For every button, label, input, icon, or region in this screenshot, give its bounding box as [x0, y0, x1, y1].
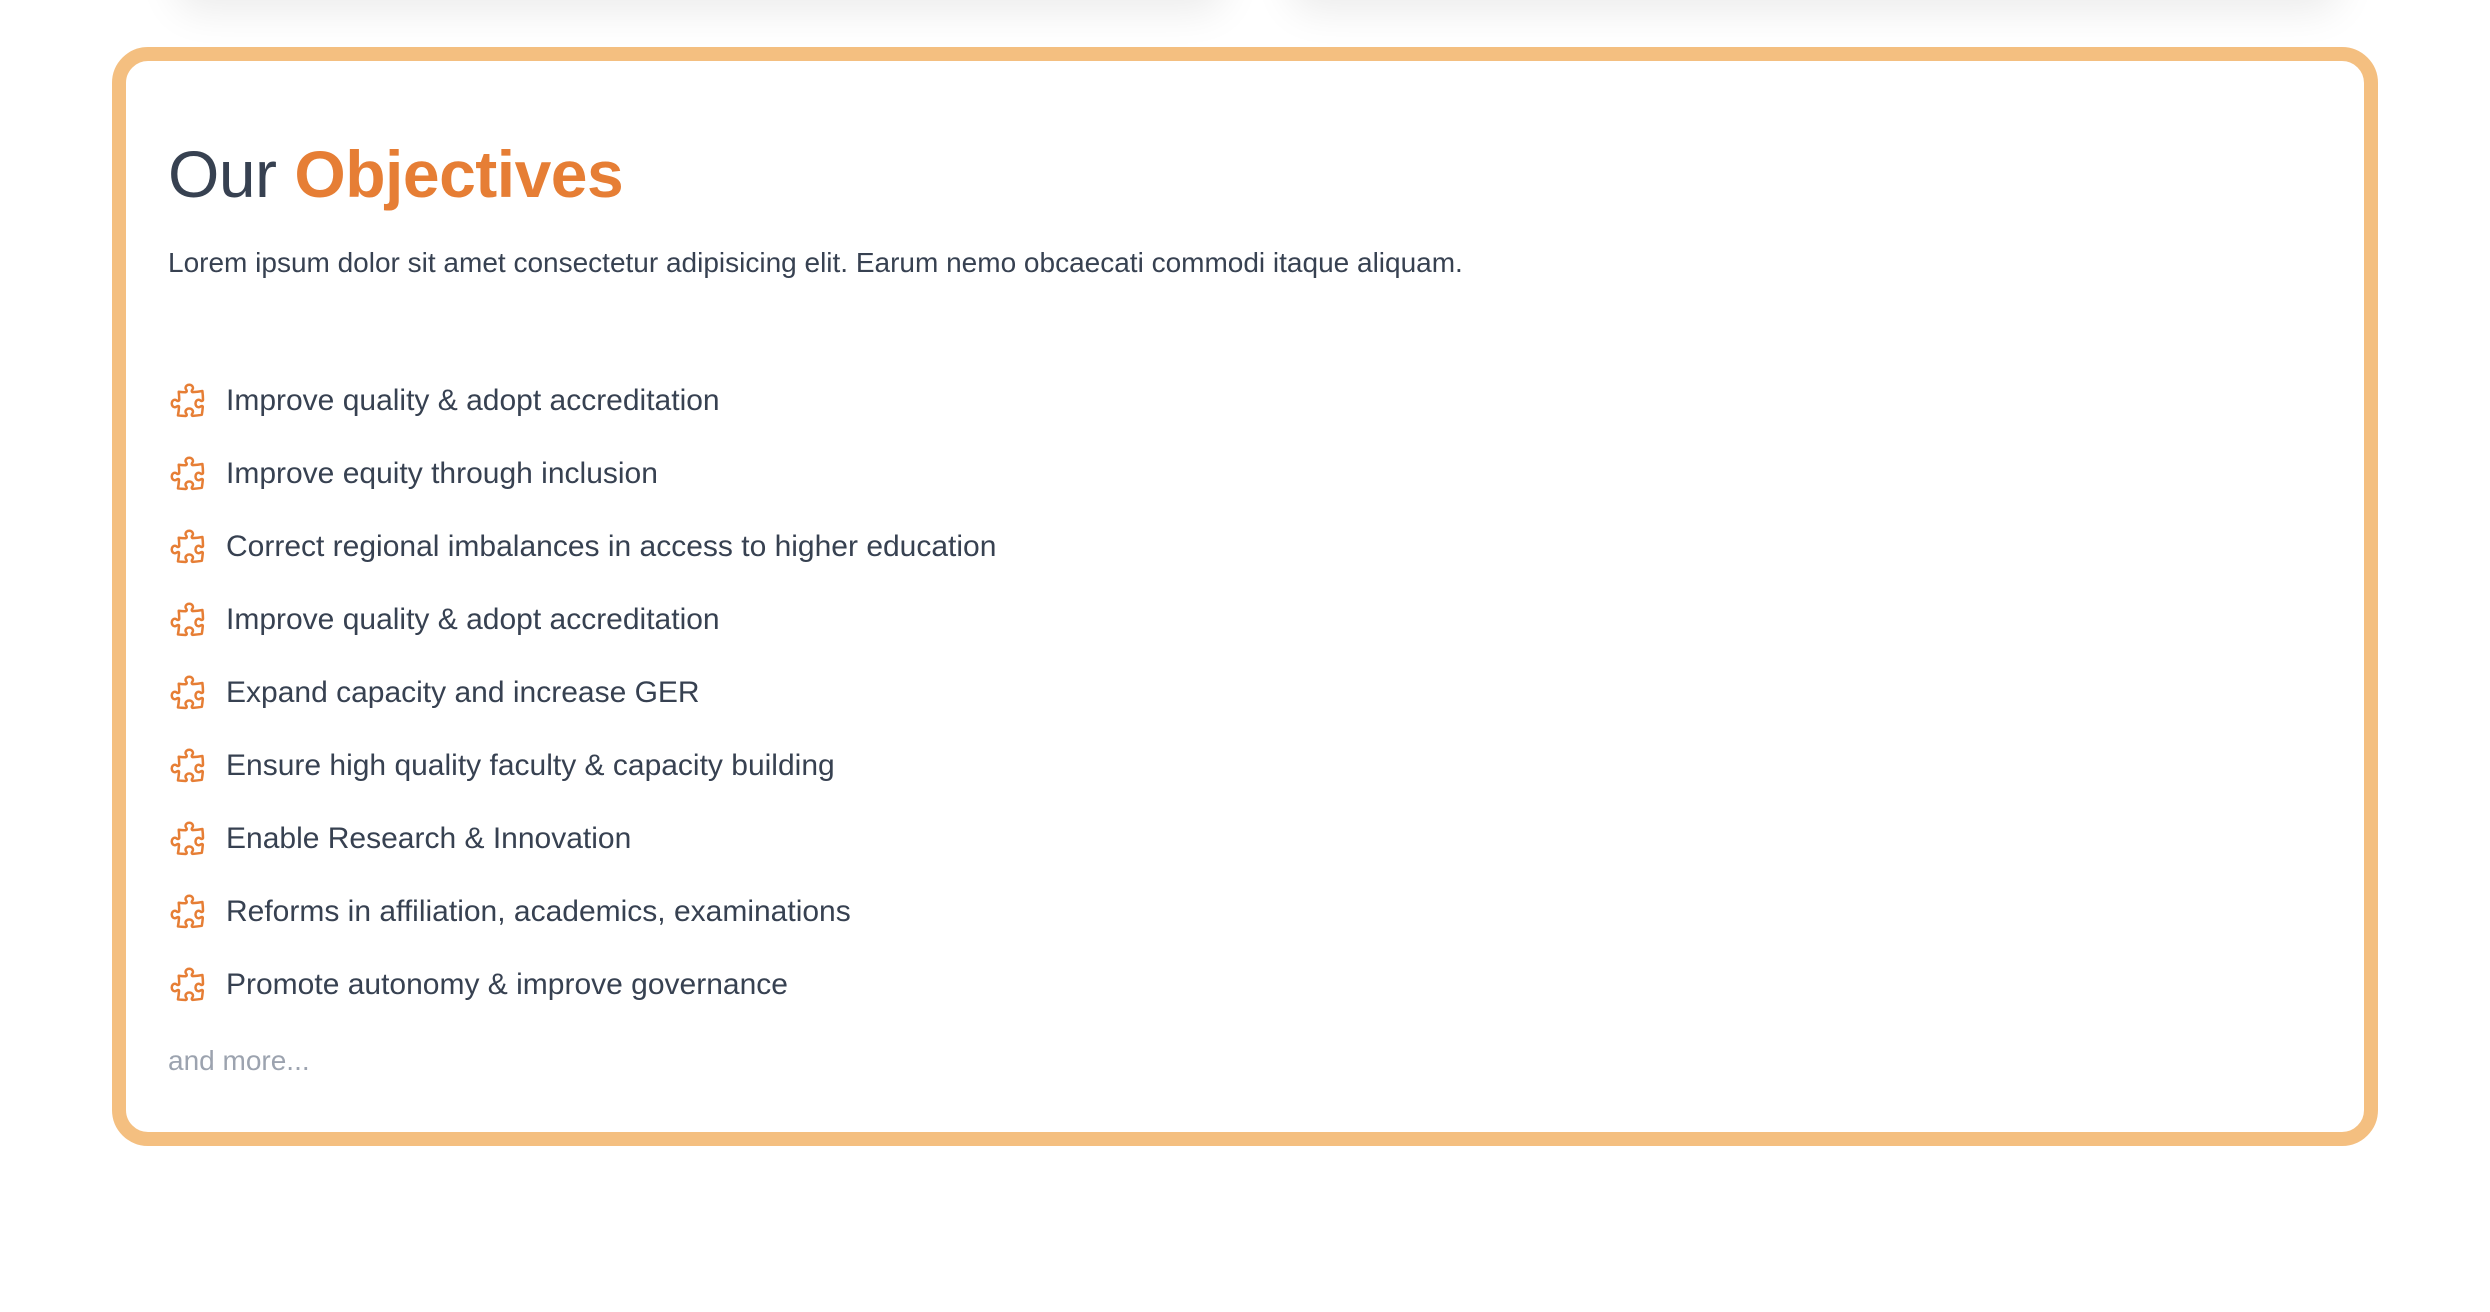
puzzle-piece-icon	[168, 600, 208, 640]
objective-label: Enable Research & Innovation	[226, 821, 632, 855]
more-text: and more...	[168, 1045, 310, 1076]
objective-label: Improve quality & adopt accreditation	[226, 383, 720, 417]
objective-item: Correct regional imbalances in access to…	[168, 510, 996, 583]
objective-item: Ensure high quality faculty & capacity b…	[168, 729, 996, 802]
puzzle-piece-icon	[168, 819, 208, 859]
puzzle-piece-icon	[168, 454, 208, 494]
title-accent: Objectives	[294, 137, 624, 211]
puzzle-piece-icon	[168, 673, 208, 713]
objective-label: Reforms in affiliation, academics, exami…	[226, 894, 851, 928]
puzzle-piece-icon	[168, 965, 208, 1005]
objective-item: Improve quality & adopt accreditation	[168, 364, 996, 437]
objective-label: Improve quality & adopt accreditation	[226, 602, 720, 636]
objective-item: Expand capacity and increase GER	[168, 656, 996, 729]
objective-item: Improve quality & adopt accreditation	[168, 583, 996, 656]
objectives-list: Improve quality & adopt accreditation Im…	[168, 364, 996, 1021]
objective-label: Ensure high quality faculty & capacity b…	[226, 748, 835, 782]
objective-item: Enable Research & Innovation	[168, 802, 996, 875]
section-title: Our Objectives	[168, 141, 624, 207]
puzzle-piece-icon	[168, 892, 208, 932]
objective-label: Expand capacity and increase GER	[226, 675, 700, 709]
objective-label: Correct regional imbalances in access to…	[226, 529, 997, 563]
objectives-card: Our Objectives Lorem ipsum dolor sit ame…	[112, 47, 2378, 1146]
section-intro: Lorem ipsum dolor sit amet consectetur a…	[168, 247, 1463, 278]
puzzle-piece-icon	[168, 746, 208, 786]
objective-label: Improve equity through inclusion	[226, 456, 658, 490]
puzzle-piece-icon	[168, 381, 208, 421]
puzzle-piece-icon	[168, 527, 208, 567]
title-prefix: Our	[168, 137, 277, 211]
objective-item: Reforms in affiliation, academics, exami…	[168, 875, 996, 948]
objective-label: Promote autonomy & improve governance	[226, 967, 788, 1001]
objective-item: Improve equity through inclusion	[168, 437, 996, 510]
objective-item: Promote autonomy & improve governance	[168, 948, 996, 1021]
